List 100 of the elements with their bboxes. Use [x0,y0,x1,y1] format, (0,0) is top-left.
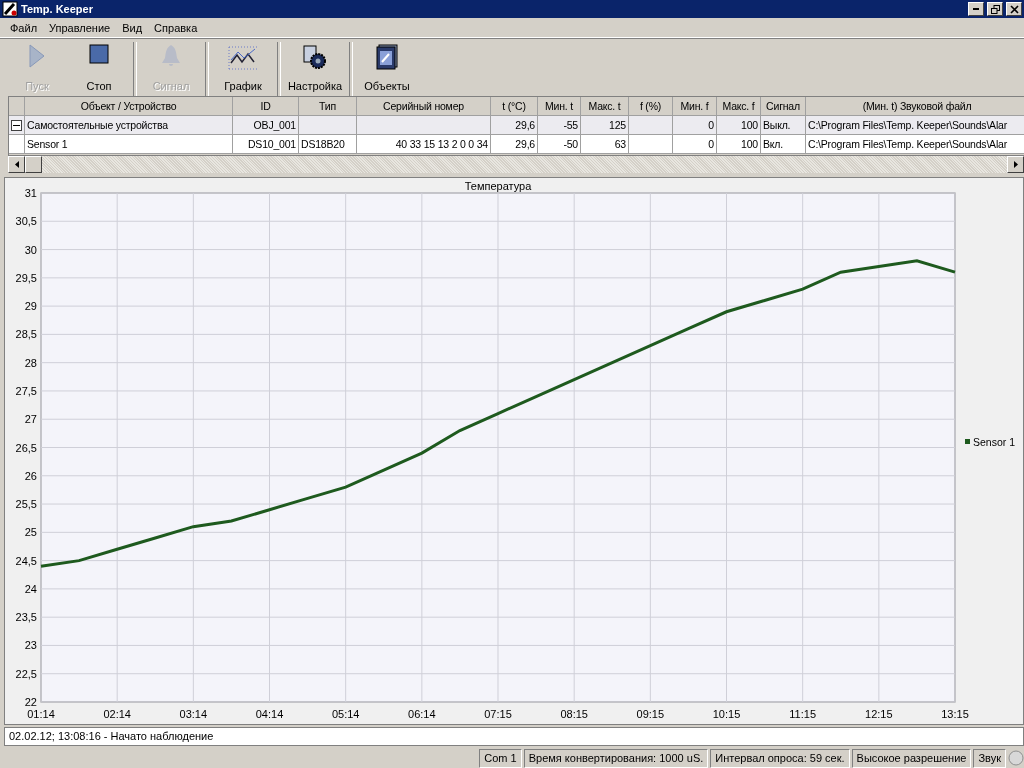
status-panel: Высокое разрешение [851,748,972,768]
column-header[interactable]: Мин. t [538,97,581,116]
minimize-icon [973,8,979,10]
stop-icon [89,44,109,64]
bell-icon [160,44,182,68]
table-cell: 0 [673,135,717,154]
y-tick-label: 29,5 [15,271,37,284]
table-cell [629,116,673,135]
table-cell: DS18B20 [299,135,357,154]
y-tick-label: 29 [24,300,37,313]
x-tick-label: 05:14 [331,708,360,720]
scroll-right-button[interactable] [1007,156,1024,173]
table-cell: 100 [717,135,761,154]
x-tick-label: 09:15 [636,708,665,720]
column-header[interactable]: Тип [299,97,357,116]
y-tick-label: 26,5 [15,441,37,454]
x-tick-label: 13:15 [941,708,969,720]
column-header[interactable]: Сигнал [761,97,806,116]
horizontal-scrollbar[interactable] [8,156,1024,173]
table-cell: Выкл. [761,116,806,135]
column-header[interactable]: Макс. t [581,97,629,116]
table-cell: -55 [538,116,581,135]
table-cell: 100 [717,116,761,135]
table-cell: Вкл. [761,135,806,154]
y-tick-label: 30 [24,243,37,256]
table-cell: C:\Program Files\Temp. Keeper\Sounds\Alar [806,116,1024,135]
window-title: Temp. Keeper [21,3,94,15]
table-cell [629,135,673,154]
close-icon [1009,4,1019,14]
toolbar-button[interactable]: Объекты [356,42,418,96]
menu-item[interactable]: Вид [116,21,149,34]
column-header[interactable]: Объект / Устройство [25,97,233,116]
objects-icon [375,44,399,70]
table-cell: Sensor 1 [25,135,233,154]
x-tick-label: 06:14 [408,708,436,720]
scroll-left-button[interactable] [8,156,25,173]
x-tick-label: 04:14 [255,708,284,720]
right-arrow-icon [1013,161,1018,168]
table-cell: OBJ_001 [233,116,299,135]
toolbar-button[interactable]: Стоп [68,42,130,96]
table-cell: 63 [581,135,629,154]
y-tick-label: 24 [24,582,37,595]
minimize-button[interactable] [968,2,984,16]
table-cell: 0 [673,116,717,135]
y-tick-label: 23,5 [15,611,37,624]
gear-icon [302,44,328,70]
x-tick-label: 11:15 [789,708,817,720]
x-tick-label: 02:14 [103,708,131,720]
y-tick-label: 22,5 [15,667,37,680]
app-icon [2,1,18,17]
y-tick-label: 28,5 [15,328,37,341]
y-tick-label: 26 [24,469,37,482]
x-tick-label: 01:14 [27,708,55,720]
status-panel: Время конвертирования: 1000 uS. [523,748,709,768]
status-panel: Com 1 [479,748,522,768]
table-cell: 40 33 15 13 2 0 0 34 [357,135,491,154]
close-button[interactable] [1006,2,1022,16]
toolbar-button[interactable]: Настройка [284,42,346,96]
column-header[interactable]: Макс. f [717,97,761,116]
x-tick-label: 07:15 [484,708,512,720]
restore-icon [990,4,1000,14]
status-panel: Звук [973,748,1006,768]
menu-item[interactable]: Файл [4,21,44,34]
play-icon [29,44,45,68]
column-header[interactable]: t (°C) [491,97,538,116]
collapse-toggle[interactable] [11,119,22,131]
table-cell: 125 [581,116,629,135]
left-arrow-icon [14,161,19,168]
y-tick-label: 25,5 [15,498,37,511]
column-header[interactable]: Серийный номер [357,97,491,116]
y-tick-label: 23 [24,639,37,652]
column-header[interactable]: f (%) [629,97,673,116]
y-tick-label: 25 [24,526,37,539]
status-panel: Интервал опроса: 59 сек. [710,748,850,768]
y-tick-label: 22 [24,696,37,708]
x-tick-label: 03:14 [179,708,208,720]
legend-label: Sensor 1 [973,436,1016,448]
column-header[interactable]: ID [233,97,299,116]
table-cell: Самостоятельные устройства [25,116,233,135]
y-tick-label: 24,5 [15,554,37,567]
y-tick-label: 31 [24,187,37,199]
chart-icon [228,44,258,72]
table-cell: DS10_001 [233,135,299,154]
y-tick-label: 30,5 [15,215,37,228]
column-header[interactable]: Мин. f [673,97,717,116]
restore-button[interactable] [987,2,1003,16]
x-tick-label: 08:15 [560,708,588,720]
menu-item[interactable]: Справка [148,21,204,34]
table-cell: 29,6 [491,116,538,135]
x-tick-label: 12:15 [865,708,893,720]
table-cell [299,116,357,135]
scroll-thumb[interactable] [25,156,42,173]
menu-item[interactable]: Управление [43,21,117,34]
toolbar-button[interactable]: График [212,42,274,96]
x-tick-label: 10:15 [712,708,741,720]
table-cell: -50 [538,135,581,154]
indicator-light-icon [1008,750,1024,766]
chart-title: Температура [464,180,532,192]
y-tick-label: 27 [24,413,37,426]
y-tick-label: 28 [24,356,37,369]
